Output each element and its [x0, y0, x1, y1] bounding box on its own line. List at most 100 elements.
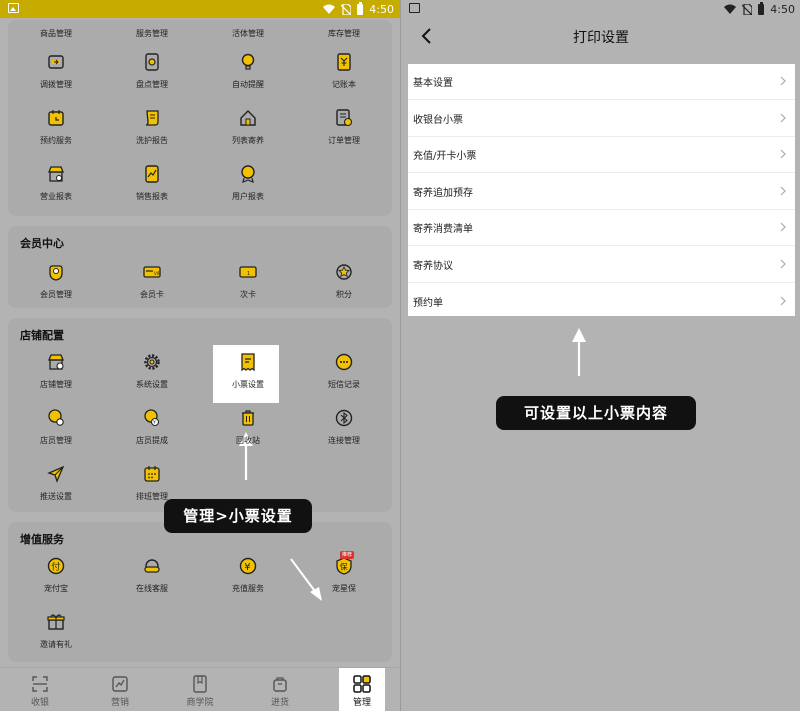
bottom-tab-bar: 收银 营销 商学院 进货 管理 — [0, 667, 400, 711]
tab-label: 营销 — [110, 698, 129, 708]
vip-card-icon: VIP — [143, 266, 161, 278]
grid-item[interactable]: 邀请有礼 — [8, 612, 104, 668]
grid-item-label: 回收站 — [236, 436, 260, 445]
settings-row-label: 充值/开卡小票 — [413, 151, 477, 163]
grid-item[interactable]: 系统设置 — [104, 352, 200, 408]
grid-item[interactable]: 回收站 — [200, 408, 296, 464]
grid-item-label: 记账本 — [332, 80, 356, 89]
grid-item[interactable]: ¥ 店员提成 — [104, 408, 200, 464]
grid-item-label: 自动提醒 — [232, 80, 264, 89]
trend-icon — [112, 676, 128, 692]
calendar-icon — [48, 110, 64, 126]
chevron-right-icon — [780, 149, 786, 159]
value-added-title: 增值服务 — [20, 533, 64, 546]
grid-item[interactable]: 盘点管理 — [104, 52, 200, 108]
svg-text:保: 保 — [340, 562, 348, 572]
message-icon — [335, 353, 353, 371]
staff-icon — [48, 409, 64, 426]
svg-text:1: 1 — [247, 271, 250, 277]
grid-item[interactable]: 调拨管理 — [8, 52, 104, 108]
grid-item[interactable]: 保宠星保 推荐 — [296, 551, 392, 612]
recommend-badge: 推荐 — [340, 551, 355, 559]
no-sim-icon — [341, 3, 352, 15]
grid-item-label: 小票设置 — [232, 380, 264, 389]
settings-row-label: 基本设置 — [413, 78, 453, 89]
grid-item-label: 充值服务 — [232, 584, 264, 593]
grid-item-label: 邀请有礼 — [40, 640, 72, 649]
grid-item[interactable]: 营业报表 — [8, 164, 104, 220]
grid-item[interactable]: 在线客服 — [104, 556, 200, 612]
grid-item-label: 店员管理 — [40, 436, 72, 445]
bulb-icon — [241, 53, 255, 70]
grid-item[interactable]: 小票设置 — [200, 352, 296, 408]
settings-row-label: 预约单 — [413, 297, 443, 309]
book-icon — [193, 675, 207, 693]
grid-item-label: 推送设置 — [40, 492, 72, 501]
ledger-icon — [337, 53, 351, 71]
settings-row[interactable]: 充值/开卡小票 — [408, 137, 795, 174]
yen-icon: ¥ — [239, 557, 257, 575]
grid-item[interactable]: 自动提醒 — [200, 52, 296, 108]
chevron-right-icon — [780, 76, 786, 86]
tab-4[interactable]: 管理 — [339, 668, 385, 711]
settings-row[interactable]: 寄养追加预存 — [408, 174, 795, 210]
grid-item[interactable]: 积分 — [296, 262, 392, 318]
scroll-icon — [145, 110, 159, 126]
grid-item-label: 服务管理 — [136, 29, 168, 38]
grid-item[interactable]: 付宠付宝 — [8, 556, 104, 612]
page-title: 打印设置 — [573, 30, 629, 46]
grid-item[interactable]: 1 次卡 — [200, 262, 296, 318]
gallery-notification-icon — [8, 3, 19, 13]
tab-label: 管理 — [352, 698, 371, 708]
inventory-check-icon — [145, 53, 159, 71]
shop-settings-icon — [48, 354, 64, 370]
grid-item[interactable]: 店员管理 — [8, 408, 104, 464]
grid-item[interactable]: 排班管理 — [104, 464, 200, 520]
grid-item-label: 调拨管理 — [40, 80, 72, 89]
grid-item[interactable]: VIP 会员卡 — [104, 262, 200, 318]
grid-item-label: 短信记录 — [328, 380, 360, 389]
receipt-icon — [241, 353, 255, 372]
grid-item[interactable]: 列表寄养 — [200, 108, 296, 164]
gallery-notification-icon — [409, 3, 420, 13]
tab-2[interactable]: 商学院 — [160, 668, 240, 711]
tab-0[interactable]: 收银 — [0, 668, 80, 711]
grid-item[interactable]: 订单管理 — [296, 108, 392, 164]
grid-item-label: 库存管理 — [328, 29, 360, 38]
chevron-right-icon — [780, 186, 786, 196]
print-settings-list: 基本设置 收银台小票 充值/开卡小票 寄养追加预存 寄养消费清单 寄养协议 预约… — [408, 64, 795, 316]
grid-item[interactable]: 短信记录 — [296, 352, 392, 408]
chevron-right-icon — [780, 113, 786, 123]
status-bar: 4:50 — [401, 0, 800, 18]
tab-3[interactable]: 进货 — [240, 668, 320, 711]
no-sim-icon — [742, 3, 753, 15]
schedule-icon — [144, 466, 160, 482]
grid-item[interactable]: 洗护报告 — [104, 108, 200, 164]
chevron-right-icon — [780, 259, 786, 269]
settings-row[interactable]: 寄养消费清单 — [408, 210, 795, 247]
grid-item[interactable]: 推送设置 — [8, 464, 104, 520]
grid-item-label: 列表寄养 — [232, 136, 264, 145]
grid-item[interactable]: 销售报表 — [104, 164, 200, 220]
grid-item-label: 销售报表 — [136, 192, 168, 201]
settings-row-label: 寄养追加预存 — [413, 187, 473, 199]
store-report-icon — [48, 166, 64, 182]
commission-icon: ¥ — [144, 409, 160, 427]
tab-1[interactable]: 营销 — [80, 668, 160, 711]
settings-row[interactable]: 基本设置 — [408, 64, 795, 100]
scan-icon — [32, 676, 48, 692]
settings-row[interactable]: 预约单 — [408, 284, 795, 320]
grid-item[interactable]: 记账本 — [296, 52, 392, 108]
grid-item[interactable]: 连接管理 — [296, 408, 392, 464]
settings-row[interactable]: 收银台小票 — [408, 101, 795, 137]
grid-item[interactable]: ¥ 充值服务 — [200, 556, 296, 612]
grid-item[interactable]: 会员管理 — [8, 262, 104, 318]
gift-icon — [47, 614, 65, 630]
grid-item[interactable]: 预约服务 — [8, 108, 104, 164]
points-icon — [336, 264, 352, 280]
grid-item[interactable]: 店铺管理 — [8, 352, 104, 408]
grid-item[interactable]: 用户报表 — [200, 164, 296, 220]
grid-item-label: 排班管理 — [136, 492, 168, 501]
up-arrow-annotation — [572, 328, 586, 376]
settings-row[interactable]: 寄养协议 — [408, 247, 795, 283]
